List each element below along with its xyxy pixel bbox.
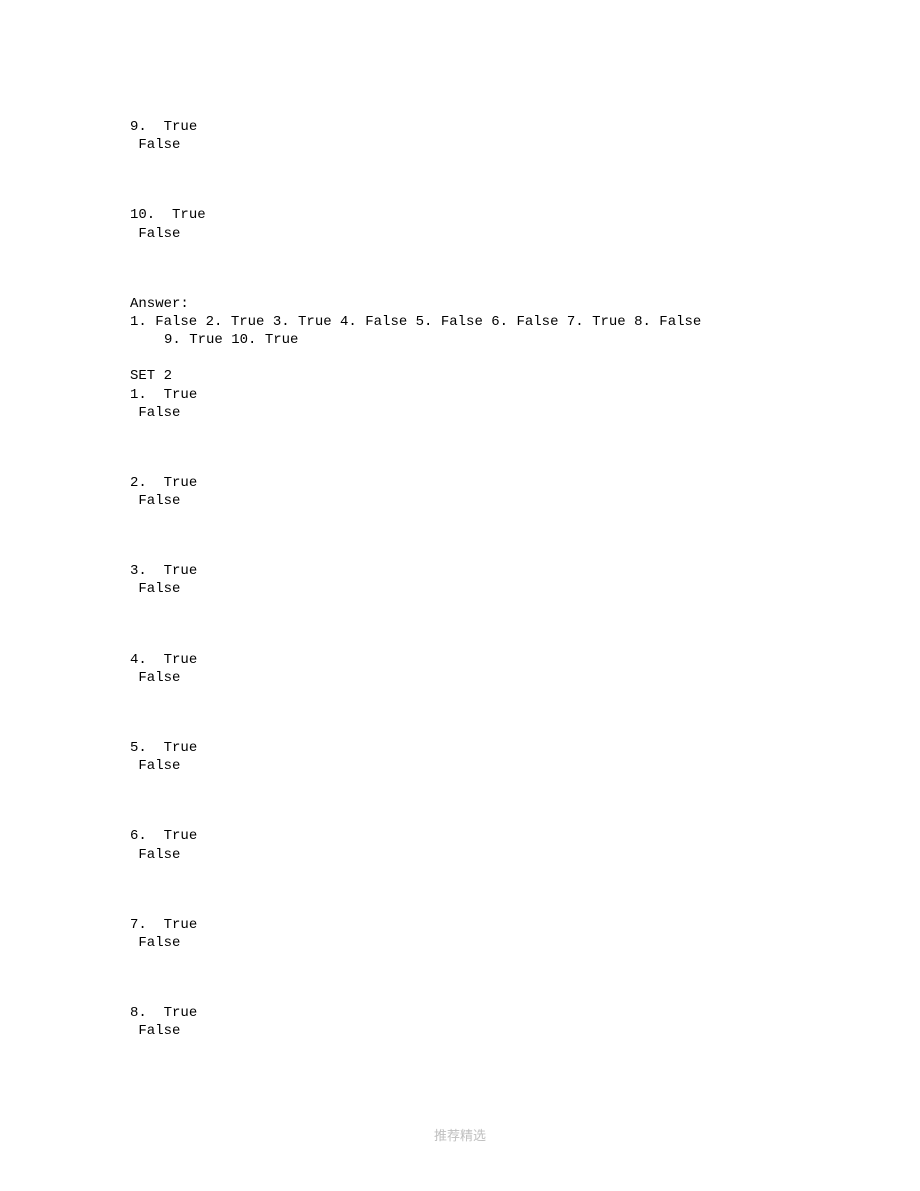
question-line-1: 5. True [130,739,790,757]
question-item: 4. True False [130,651,790,687]
question-line-1: 2. True [130,474,790,492]
question-line-2: False [130,669,790,687]
question-line-1: 4. True [130,651,790,669]
answer-section: Answer: 1. False 2. True 3. True 4. Fals… [130,295,790,350]
question-line-2: False [130,492,790,510]
question-line-2: False [130,757,790,775]
question-line-2: False [130,580,790,598]
question-line-1: 9. True [130,118,790,136]
question-line-1: 7. True [130,916,790,934]
question-item: 3. True False [130,562,790,598]
document-page: 9. True False 10. True False Answer: 1. … [0,0,920,1191]
set-heading: SET 2 [130,367,790,385]
question-line-1: 6. True [130,827,790,845]
question-line-1: 3. True [130,562,790,580]
question-line-2: False [130,225,790,243]
question-line-2: False [130,1022,790,1040]
question-item: 6. True False [130,827,790,863]
question-item: 1. True False [130,386,790,422]
question-line-1: 8. True [130,1004,790,1022]
question-line-1: 1. True [130,386,790,404]
question-line-2: False [130,934,790,952]
question-item: 10. True False [130,206,790,242]
question-line-2: False [130,846,790,864]
question-item: 8. True False [130,1004,790,1040]
page-footer: 推荐精选 [0,1128,920,1145]
question-line-2: False [130,404,790,422]
question-line-2: False [130,136,790,154]
question-item: 7. True False [130,916,790,952]
question-item: 5. True False [130,739,790,775]
answer-key: 1. False 2. True 3. True 4. False 5. Fal… [130,313,724,349]
question-line-1: 10. True [130,206,790,224]
question-item: 9. True False [130,118,790,154]
question-item: 2. True False [130,474,790,510]
answer-heading: Answer: [130,295,790,313]
